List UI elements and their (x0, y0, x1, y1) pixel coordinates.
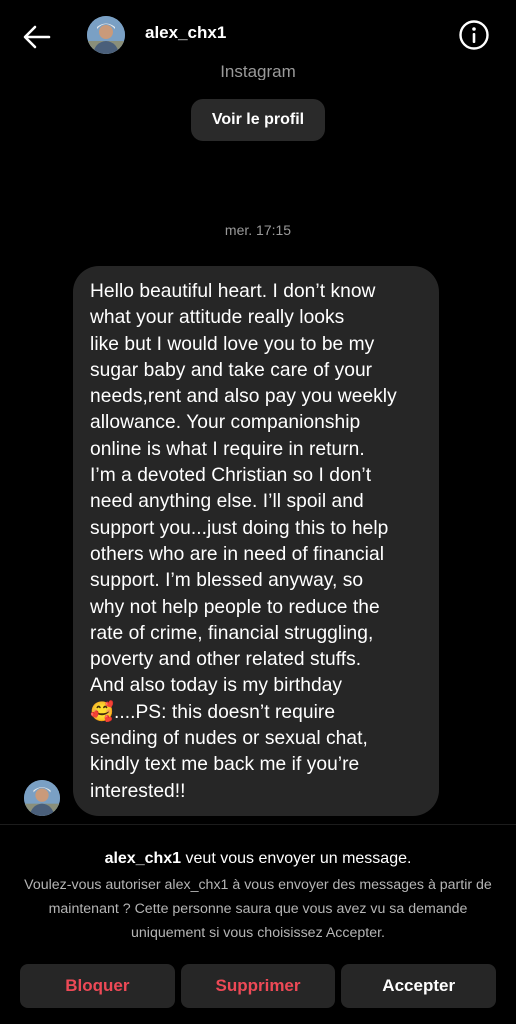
accept-button[interactable]: Accepter (341, 964, 497, 1008)
request-actions: Bloquer Supprimer Accepter (20, 964, 497, 1008)
request-description: Voulez-vous autoriser alex_chx1 à vous e… (24, 877, 492, 941)
avatar[interactable] (87, 16, 125, 54)
back-button[interactable] (20, 20, 54, 54)
divider (0, 824, 516, 825)
platform-label: Instagram (220, 62, 296, 80)
message-bubble[interactable]: Hello beautiful heart. I don’t know what… (73, 266, 439, 816)
info-button[interactable] (458, 19, 490, 51)
message-text: Hello beautiful heart. I don’t know what… (90, 281, 397, 802)
delete-button[interactable]: Supprimer (180, 964, 336, 1008)
sender-avatar[interactable] (24, 780, 60, 816)
view-profile-button[interactable]: Voir le profil (191, 99, 325, 141)
arrow-left-icon (23, 25, 51, 49)
message-timestamp: mer. 17:15 (224, 222, 292, 238)
request-title-text: veut vous envoyer un message. (181, 850, 412, 867)
info-circle-icon (459, 20, 489, 50)
username[interactable]: alex_chx1 (145, 23, 226, 43)
request-username: alex_chx1 (104, 850, 182, 867)
block-button[interactable]: Bloquer (20, 964, 175, 1008)
request-title: alex_chx1 veut vous envoyer un message. (0, 850, 516, 868)
